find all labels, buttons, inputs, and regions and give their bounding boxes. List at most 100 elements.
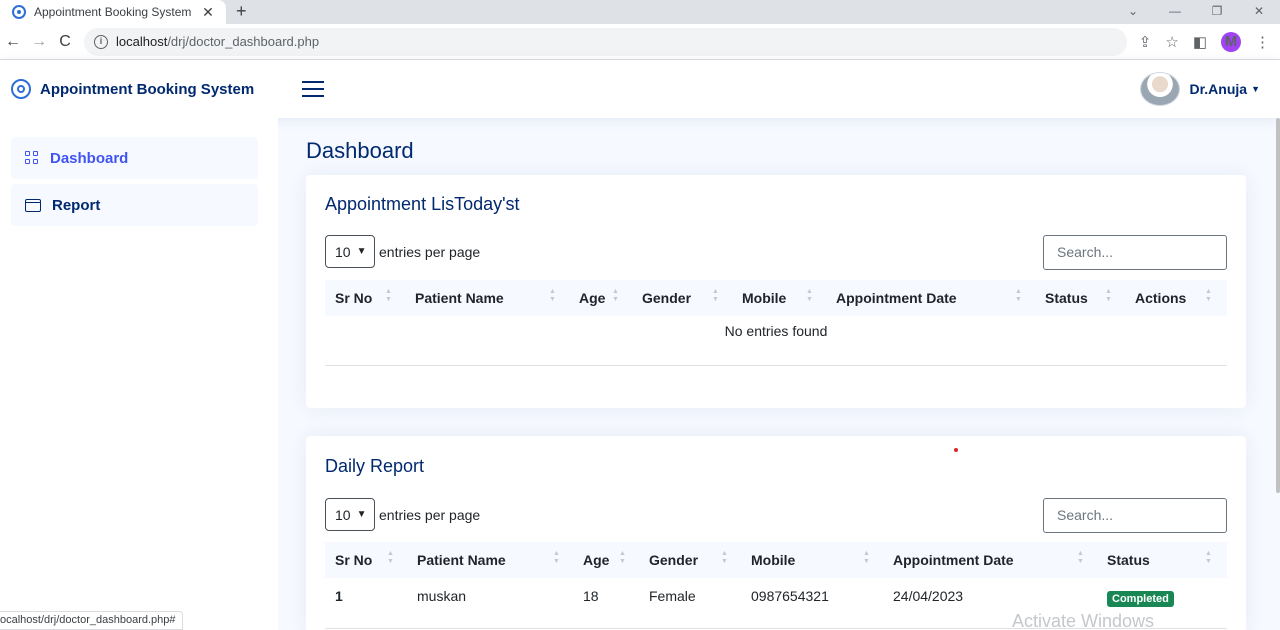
cell-gender: Female xyxy=(649,588,696,604)
activate-windows-watermark: Activate Windows xyxy=(1012,611,1155,630)
sort-icon[interactable]: ▲ ▼ xyxy=(1105,288,1112,304)
per-page-value: 10 xyxy=(335,243,351,260)
card-title: Appointment LisToday'st xyxy=(325,194,520,214)
col-age[interactable]: Age xyxy=(579,290,605,306)
sort-icon[interactable]: ▲ ▼ xyxy=(612,288,619,304)
per-page-value: 10 xyxy=(335,506,351,523)
table-header: Sr No ▲ ▼ Patient Name ▲ ▼ Age ▲ ▼ Gender ▲… xyxy=(325,280,1227,316)
entries-per-page: 10 ▼ entries per page xyxy=(325,498,480,531)
col-actions[interactable]: Actions xyxy=(1135,290,1186,306)
brand-title: Appointment Booking System xyxy=(40,80,255,98)
tab-search-icon[interactable]: ⌄ xyxy=(1112,0,1154,24)
sort-icon[interactable]: ▲ ▼ xyxy=(385,288,392,304)
col-patient-name[interactable]: Patient Name xyxy=(417,552,506,568)
col-age[interactable]: Age xyxy=(583,552,609,568)
entries-per-page: 10 ▼ entries per page xyxy=(325,235,480,268)
sidebar: Dashboard Report xyxy=(0,118,278,630)
entries-label: entries per page xyxy=(379,243,481,260)
sidepanel-icon[interactable]: ◧ xyxy=(1193,33,1207,51)
user-name: Dr.Anuja xyxy=(1189,81,1248,97)
sort-icon[interactable]: ▲ ▼ xyxy=(387,550,394,566)
cell-sr-no: 1 xyxy=(335,588,343,604)
grid-icon xyxy=(25,151,39,165)
logo-icon xyxy=(11,79,31,99)
tab-close-icon[interactable]: ✕ xyxy=(198,4,218,21)
sidebar-item-label: Dashboard xyxy=(50,149,129,167)
cell-age: 18 xyxy=(583,588,599,604)
col-status[interactable]: Status xyxy=(1107,552,1150,568)
sort-icon[interactable]: ▲ ▼ xyxy=(806,288,813,304)
forward-icon[interactable]: → xyxy=(26,33,52,51)
sort-icon[interactable]: ▲ ▼ xyxy=(721,550,728,566)
app-header: Appointment Booking System Dr.Anuja ▼ xyxy=(0,60,1280,118)
avatar xyxy=(1139,72,1180,106)
tab-title: Appointment Booking System xyxy=(34,5,192,19)
sort-icon[interactable]: ▲ ▼ xyxy=(1205,288,1212,304)
new-tab-button[interactable]: + xyxy=(236,1,247,22)
cell-patient-name: muskan xyxy=(417,588,467,604)
calendar-icon xyxy=(25,198,41,212)
col-sr-no[interactable]: Sr No xyxy=(335,552,372,568)
site-info-icon[interactable]: i xyxy=(94,34,108,49)
sort-icon[interactable]: ▲ ▼ xyxy=(553,550,560,566)
page-title: Dashboard xyxy=(306,138,414,163)
minimize-icon[interactable]: — xyxy=(1154,0,1196,24)
address-bar: ← → C i localhost/drj/doctor_dashboard.p… xyxy=(0,24,1280,60)
hamburger-menu-icon[interactable] xyxy=(302,76,324,102)
bookmark-star-icon[interactable]: ☆ xyxy=(1165,33,1178,51)
window-close-icon[interactable]: ✕ xyxy=(1238,0,1280,24)
share-icon[interactable]: ⇪ xyxy=(1139,33,1152,51)
col-patient-name[interactable]: Patient Name xyxy=(415,290,504,306)
cell-status: Completed xyxy=(1107,589,1174,607)
per-page-select[interactable]: 10 ▼ xyxy=(325,235,375,268)
status-badge: Completed xyxy=(1107,591,1174,607)
col-gender[interactable]: Gender xyxy=(642,290,691,306)
col-appointment-date[interactable]: Appointment Date xyxy=(836,290,957,306)
col-mobile[interactable]: Mobile xyxy=(742,290,786,306)
profile-avatar[interactable]: M xyxy=(1221,31,1241,52)
window-controls: ⌄ — ❐ ✕ xyxy=(1112,0,1280,24)
url-host: localhost xyxy=(116,34,168,49)
restore-icon[interactable]: ❐ xyxy=(1196,0,1238,24)
reload-icon[interactable]: C xyxy=(52,33,78,51)
main-content: Dashboard Appointment LisToday'st 10 ▼ e… xyxy=(278,118,1280,630)
table-header: Sr No ▲ ▼ Patient Name ▲ ▼ Age ▲ ▼ Gender ▲… xyxy=(325,542,1227,578)
browser-actions: ⇪ ☆ ◧ M ⋮ xyxy=(1139,31,1270,52)
sidebar-item-report[interactable]: Report xyxy=(11,184,258,226)
chevron-down-icon: ▼ xyxy=(356,509,367,520)
appointment-list-card: Appointment LisToday'st 10 ▼ entries per… xyxy=(306,175,1246,408)
col-appointment-date[interactable]: Appointment Date xyxy=(893,552,1014,568)
col-mobile[interactable]: Mobile xyxy=(751,552,795,568)
user-menu[interactable]: Dr.Anuja ▼ xyxy=(1139,72,1260,106)
sort-icon[interactable]: ▲ ▼ xyxy=(1015,288,1022,304)
sidebar-item-label: Report xyxy=(52,196,101,214)
url-input[interactable]: i localhost/drj/doctor_dashboard.php xyxy=(84,27,1127,56)
stray-dot xyxy=(954,448,958,452)
search-input[interactable]: Search... xyxy=(1043,235,1227,270)
back-icon[interactable]: ← xyxy=(0,33,26,51)
per-page-select[interactable]: 10 ▼ xyxy=(325,498,375,531)
sort-icon[interactable]: ▲ ▼ xyxy=(1205,550,1212,566)
col-gender[interactable]: Gender xyxy=(649,552,698,568)
sidebar-item-dashboard[interactable]: Dashboard xyxy=(11,137,258,179)
sort-icon[interactable]: ▲ ▼ xyxy=(619,550,626,566)
status-url-bar: ocalhost/drj/doctor_dashboard.php# xyxy=(0,611,183,630)
empty-message: No entries found xyxy=(724,323,828,339)
daily-report-card: Daily Report 10 ▼ entries per page Searc… xyxy=(306,436,1246,630)
caret-down-icon: ▼ xyxy=(1251,84,1260,94)
browser-tab-strip: Appointment Booking System ✕ + ⌄ — ❐ ✕ xyxy=(0,0,1280,24)
favicon-icon xyxy=(12,5,26,19)
search-input[interactable]: Search... xyxy=(1043,498,1227,533)
card-title: Daily Report xyxy=(325,456,425,476)
brand-logo[interactable]: Appointment Booking System xyxy=(11,79,281,99)
sort-icon[interactable]: ▲ ▼ xyxy=(549,288,556,304)
sort-icon[interactable]: ▲ ▼ xyxy=(712,288,719,304)
col-status[interactable]: Status xyxy=(1045,290,1088,306)
chevron-down-icon: ▼ xyxy=(356,246,367,257)
sort-icon[interactable]: ▲ ▼ xyxy=(863,550,870,566)
scrollbar[interactable] xyxy=(1276,118,1280,493)
browser-menu-icon[interactable]: ⋮ xyxy=(1255,33,1270,51)
col-sr-no[interactable]: Sr No xyxy=(335,290,372,306)
sort-icon[interactable]: ▲ ▼ xyxy=(1077,550,1084,566)
browser-tab[interactable]: Appointment Booking System ✕ xyxy=(0,0,226,24)
